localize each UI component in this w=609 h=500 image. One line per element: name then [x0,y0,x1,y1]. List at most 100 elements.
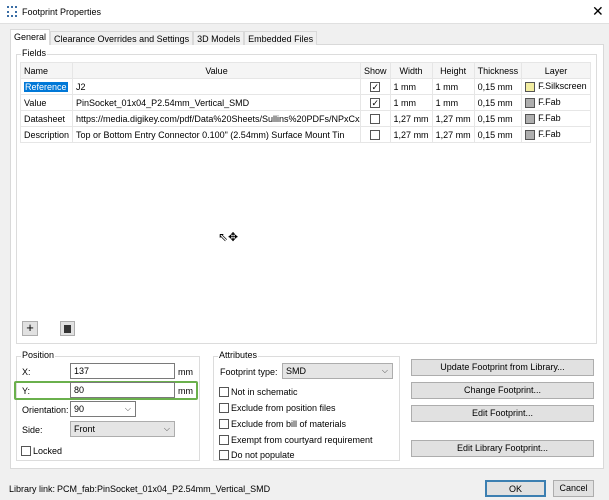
field-thickness[interactable]: 0,15 mm [473,94,523,111]
field-height[interactable]: 1 mm [431,94,475,111]
field-name[interactable]: Datasheet [19,110,74,127]
x-label: X: [22,367,31,377]
edit-library-footprint-button[interactable]: Edit Library Footprint... [411,440,594,457]
side-value: Front [74,424,96,434]
footprint-type-label: Footprint type: [220,367,278,377]
field-value[interactable]: J2 [72,78,362,95]
layer-name: F.Silkscreen [538,81,587,92]
side-select[interactable]: Front ⌵ [70,421,175,437]
x-input[interactable]: 137 [70,363,175,379]
checkbox-label: Not in schematic [231,387,298,397]
field-width[interactable]: 1 mm [389,78,433,95]
layer-color-swatch [525,113,536,124]
field-value[interactable]: PinSocket_01x04_P2.54mm_Vertical_SMD [72,94,362,111]
fields-table[interactable]: Name Value Show Width Height Thickness L… [19,62,591,143]
field-layer[interactable]: F.Fab [521,126,591,143]
field-width[interactable]: 1,27 mm [389,126,433,143]
ok-button[interactable]: OK [485,480,546,497]
library-link-value: PCM_fab:PinSocket_01x04_P2.54mm_Vertical… [57,484,271,494]
field-show-checkbox[interactable]: ✓ [360,94,391,111]
layer-color-swatch [525,129,536,140]
footprint-type-select[interactable]: SMD ⌵ [282,363,393,379]
locked-checkbox[interactable]: Locked [21,446,62,456]
y-unit: mm [178,386,193,396]
app-icon [7,6,17,17]
delete-field-button[interactable] [60,321,75,336]
add-field-button[interactable]: + [22,321,38,336]
fields-label: Fields [21,48,48,58]
col-name[interactable]: Name [19,62,74,79]
checkbox-label: Do not populate [231,450,295,460]
x-unit: mm [178,367,193,377]
footprint-type-value: SMD [286,366,306,376]
library-link-label: Library link: [9,484,56,494]
tab-embedded-files[interactable]: Embedded Files [244,31,318,45]
not-in-schematic-checkbox[interactable]: Not in schematic [219,387,298,397]
col-value[interactable]: Value [72,62,362,79]
field-thickness[interactable]: 0,15 mm [473,78,523,95]
field-show-checkbox[interactable] [360,126,391,143]
layer-color-swatch [525,81,536,92]
layer-color-swatch [525,97,536,108]
field-value[interactable]: Top or Bottom Entry Connector 0.100" (2.… [72,126,362,143]
col-show[interactable]: Show [360,62,391,79]
field-width[interactable]: 1,27 mm [389,110,433,127]
tab-clearance[interactable]: Clearance Overrides and Settings [50,31,194,45]
checkbox-label: Exclude from position files [231,403,336,413]
y-label: Y: [22,386,31,396]
tab-bar: General Clearance Overrides and Settings… [10,29,318,45]
exclude-position-checkbox[interactable]: Exclude from position files [219,403,336,413]
field-name[interactable]: Reference [19,78,74,95]
chevron-down-icon: ⌵ [381,366,388,375]
table-row[interactable]: Reference J2 ✓ 1 mm 1 mm 0,15 mm F.Silks… [19,78,591,95]
layer-name: F.Fab [538,113,561,124]
cancel-button[interactable]: Cancel [553,480,594,497]
exclude-bom-checkbox[interactable]: Exclude from bill of materials [219,419,346,429]
title-bar: Footprint Properties ✕ [0,0,609,24]
orientation-label: Orientation: [22,405,69,415]
tab-3d-models[interactable]: 3D Models [193,31,245,45]
table-row[interactable]: Datasheet https://media.digikey.com/pdf/… [19,110,591,127]
field-show-checkbox[interactable] [360,110,391,127]
field-value[interactable]: https://media.digikey.com/pdf/Data%20She… [72,110,362,127]
col-width[interactable]: Width [389,62,433,79]
chevron-down-icon: ⌵ [163,424,170,433]
field-thickness[interactable]: 0,15 mm [473,110,523,127]
field-height[interactable]: 1,27 mm [431,110,475,127]
field-name[interactable]: Value [19,94,74,111]
y-input[interactable]: 80 [70,382,175,398]
field-show-checkbox[interactable]: ✓ [360,78,391,95]
change-footprint-button[interactable]: Change Footprint... [411,382,594,399]
exempt-courtyard-checkbox[interactable]: Exempt from courtyard requirement [219,435,373,445]
tab-general[interactable]: General [10,29,51,45]
attributes-label: Attributes [218,350,259,360]
table-row[interactable]: Description Top or Bottom Entry Connecto… [19,126,591,143]
table-row[interactable]: Value PinSocket_01x04_P2.54mm_Vertical_S… [19,94,591,111]
window-title: Footprint Properties [22,7,102,17]
col-thickness[interactable]: Thickness [473,62,523,79]
orientation-value: 90 [74,404,85,414]
layer-name: F.Fab [538,97,561,108]
col-height[interactable]: Height [431,62,475,79]
field-thickness[interactable]: 0,15 mm [473,126,523,143]
locked-label: Locked [33,446,63,456]
position-label: Position [21,350,56,360]
orientation-select[interactable]: 90 ⌵ [70,401,136,417]
col-layer[interactable]: Layer [521,62,591,79]
update-footprint-button[interactable]: Update Footprint from Library... [411,359,594,376]
field-layer[interactable]: F.Fab [521,110,591,127]
field-height[interactable]: 1,27 mm [431,126,475,143]
field-height[interactable]: 1 mm [431,78,475,95]
checkbox-label: Exclude from bill of materials [231,419,347,429]
do-not-populate-checkbox[interactable]: Do not populate [219,450,295,460]
side-label: Side: [22,425,43,435]
field-width[interactable]: 1 mm [389,94,433,111]
edit-footprint-button[interactable]: Edit Footprint... [411,405,594,422]
checkbox-label: Exempt from courtyard requirement [231,435,373,445]
close-icon[interactable]: ✕ [592,3,604,20]
field-name[interactable]: Description [19,126,74,143]
field-layer[interactable]: F.Silkscreen [521,78,591,95]
layer-name: F.Fab [538,129,561,140]
field-layer[interactable]: F.Fab [521,94,591,111]
table-header: Name Value Show Width Height Thickness L… [19,62,591,79]
